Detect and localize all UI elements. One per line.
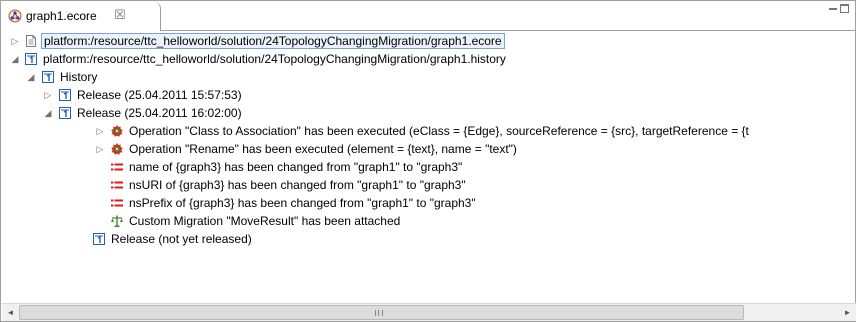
tree-row[interactable]: Release (not yet released) [2, 230, 856, 248]
custom-migration-icon [110, 214, 124, 228]
expand-arrow-icon[interactable]: ▷ [9, 35, 21, 47]
tree-row[interactable]: ◢ Release (25.04.2011 16:02:00) [2, 104, 856, 122]
history-resource-icon [24, 52, 38, 66]
tree-row-label: Release (not yet released) [111, 232, 252, 246]
scroll-right-icon[interactable]: ► [839, 304, 856, 321]
expand-arrow-icon[interactable]: ▷ [94, 143, 106, 155]
editor-tab-bar: graph1.ecore ☒ [1, 1, 855, 31]
tree-row[interactable]: nsPrefix of {graph3} has been changed fr… [2, 194, 856, 212]
tree-row-label: Custom Migration "MoveResult" has been a… [129, 214, 401, 228]
expand-arrow-icon[interactable]: ▷ [42, 89, 54, 101]
release-icon [58, 88, 72, 102]
scroll-left-icon[interactable]: ◄ [2, 304, 19, 321]
tab-title: graph1.ecore [26, 9, 97, 23]
collapse-arrow-icon[interactable]: ◢ [42, 107, 54, 119]
tree-row-label: nsPrefix of {graph3} has been changed fr… [129, 196, 476, 210]
tree-row-label: name of {graph3} has been changed from "… [129, 160, 463, 174]
editor-tab[interactable]: graph1.ecore ☒ [1, 1, 161, 31]
tree-row[interactable]: name of {graph3} has been changed from "… [2, 158, 856, 176]
tree-row-label: nsURI of {graph3} has been changed from … [129, 178, 466, 192]
tree-row[interactable]: ▷ Operation "Rename" has been executed (… [2, 140, 856, 158]
tree-row-label: platform:/resource/ttc_helloworld/soluti… [43, 52, 506, 66]
tree-row[interactable]: ▷ Operation "Class to Association" has b… [2, 122, 856, 140]
tree-row-label: Operation "Rename" has been executed (el… [129, 142, 517, 156]
tree-row-label: platform:/resource/ttc_helloworld/soluti… [41, 33, 505, 49]
ecore-editor: graph1.ecore ☒ ▷ platform:/resource/ttc_… [0, 0, 856, 322]
tree-row[interactable]: nsURI of {graph3} has been changed from … [2, 176, 856, 194]
tree-row-label: Release (25.04.2011 15:57:53) [77, 88, 242, 102]
history-tree: ▷ platform:/resource/ttc_helloworld/solu… [2, 32, 856, 302]
minimize-icon[interactable] [829, 8, 837, 10]
change-icon [110, 196, 124, 210]
tree-row[interactable]: ◢ History [2, 68, 856, 86]
tree-row[interactable]: Custom Migration "MoveResult" has been a… [2, 212, 856, 230]
horizontal-scrollbar[interactable]: ◄ ► [2, 303, 856, 321]
release-icon [58, 106, 72, 120]
history-icon [41, 70, 55, 84]
scrollbar-thumb[interactable] [19, 305, 744, 320]
tree-row-label: Release (25.04.2011 16:02:00) [77, 106, 242, 120]
tree-row-label: History [60, 70, 98, 84]
expand-arrow-icon[interactable]: ▷ [94, 125, 106, 137]
tree-row-label: Operation "Class to Association" has bee… [129, 124, 749, 138]
change-icon [110, 178, 124, 192]
collapse-arrow-icon[interactable]: ◢ [25, 71, 37, 83]
tree-row[interactable]: ▷ platform:/resource/ttc_helloworld/solu… [2, 32, 856, 50]
operation-icon [110, 142, 124, 156]
change-icon [110, 160, 124, 174]
tree-row[interactable]: ◢ platform:/resource/ttc_helloworld/solu… [2, 50, 856, 68]
ecore-file-icon [8, 9, 22, 23]
file-icon [24, 34, 38, 48]
operation-icon [110, 124, 124, 138]
maximize-icon[interactable] [840, 4, 849, 13]
close-icon[interactable]: ☒ [114, 7, 126, 23]
release-icon [92, 232, 106, 246]
collapse-arrow-icon[interactable]: ◢ [9, 53, 21, 65]
grip-icon [375, 310, 383, 316]
window-controls [829, 4, 849, 16]
tree-row[interactable]: ▷ Release (25.04.2011 15:57:53) [2, 86, 856, 104]
